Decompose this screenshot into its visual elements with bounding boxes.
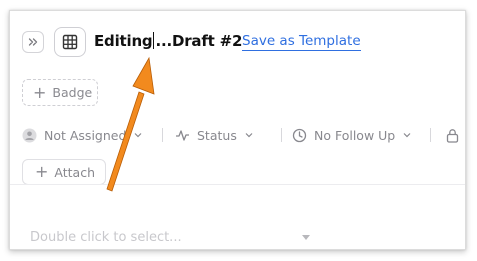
table-view-button[interactable] xyxy=(54,27,86,57)
badge-label: Badge xyxy=(52,85,93,100)
table-icon xyxy=(62,34,78,50)
status-dropdown[interactable]: Status xyxy=(175,125,253,145)
chevron-down-icon xyxy=(134,132,142,138)
properties-bar: Not Assigned Status No Follow Up xyxy=(22,125,465,145)
attach-button[interactable]: + Attach xyxy=(22,159,106,185)
plus-icon: + xyxy=(33,82,47,102)
title-text-before-caret: Editing xyxy=(94,32,153,50)
divider xyxy=(430,128,431,142)
chevron-down-icon xyxy=(403,132,411,138)
save-as-template-link[interactable]: Save as Template xyxy=(242,33,361,51)
assignee-dropdown[interactable]: Not Assigned xyxy=(22,125,142,145)
add-badge-button[interactable]: + Badge xyxy=(22,79,98,106)
attach-label: Attach xyxy=(54,164,95,180)
follow-up-dropdown[interactable]: No Follow Up xyxy=(292,125,411,145)
assignee-label: Not Assigned xyxy=(44,127,127,143)
dropdown-caret-icon xyxy=(302,235,310,240)
status-label: Status xyxy=(197,127,237,143)
chevrons-right-icon xyxy=(28,38,38,46)
follow-up-label: No Follow Up xyxy=(314,127,396,143)
title-text-after-caret: ...Draft #2 xyxy=(155,32,243,50)
plus-icon: + xyxy=(35,162,49,181)
editor-panel: Editing ...Draft #2 Save as Template + Ba… xyxy=(9,10,466,250)
lock-button[interactable] xyxy=(446,125,465,145)
document-title-input[interactable]: Editing ...Draft #2 xyxy=(94,32,242,50)
chevron-down-icon xyxy=(245,132,253,138)
avatar-icon xyxy=(22,128,37,143)
lock-icon xyxy=(446,128,459,143)
activity-icon xyxy=(175,129,190,142)
select-field[interactable]: Double click to select... xyxy=(30,226,320,248)
divider xyxy=(281,128,282,142)
clock-icon xyxy=(292,128,307,143)
divider xyxy=(162,128,163,142)
section-divider xyxy=(10,184,465,185)
expand-sidebar-button[interactable] xyxy=(22,31,44,53)
select-placeholder: Double click to select... xyxy=(30,229,182,245)
